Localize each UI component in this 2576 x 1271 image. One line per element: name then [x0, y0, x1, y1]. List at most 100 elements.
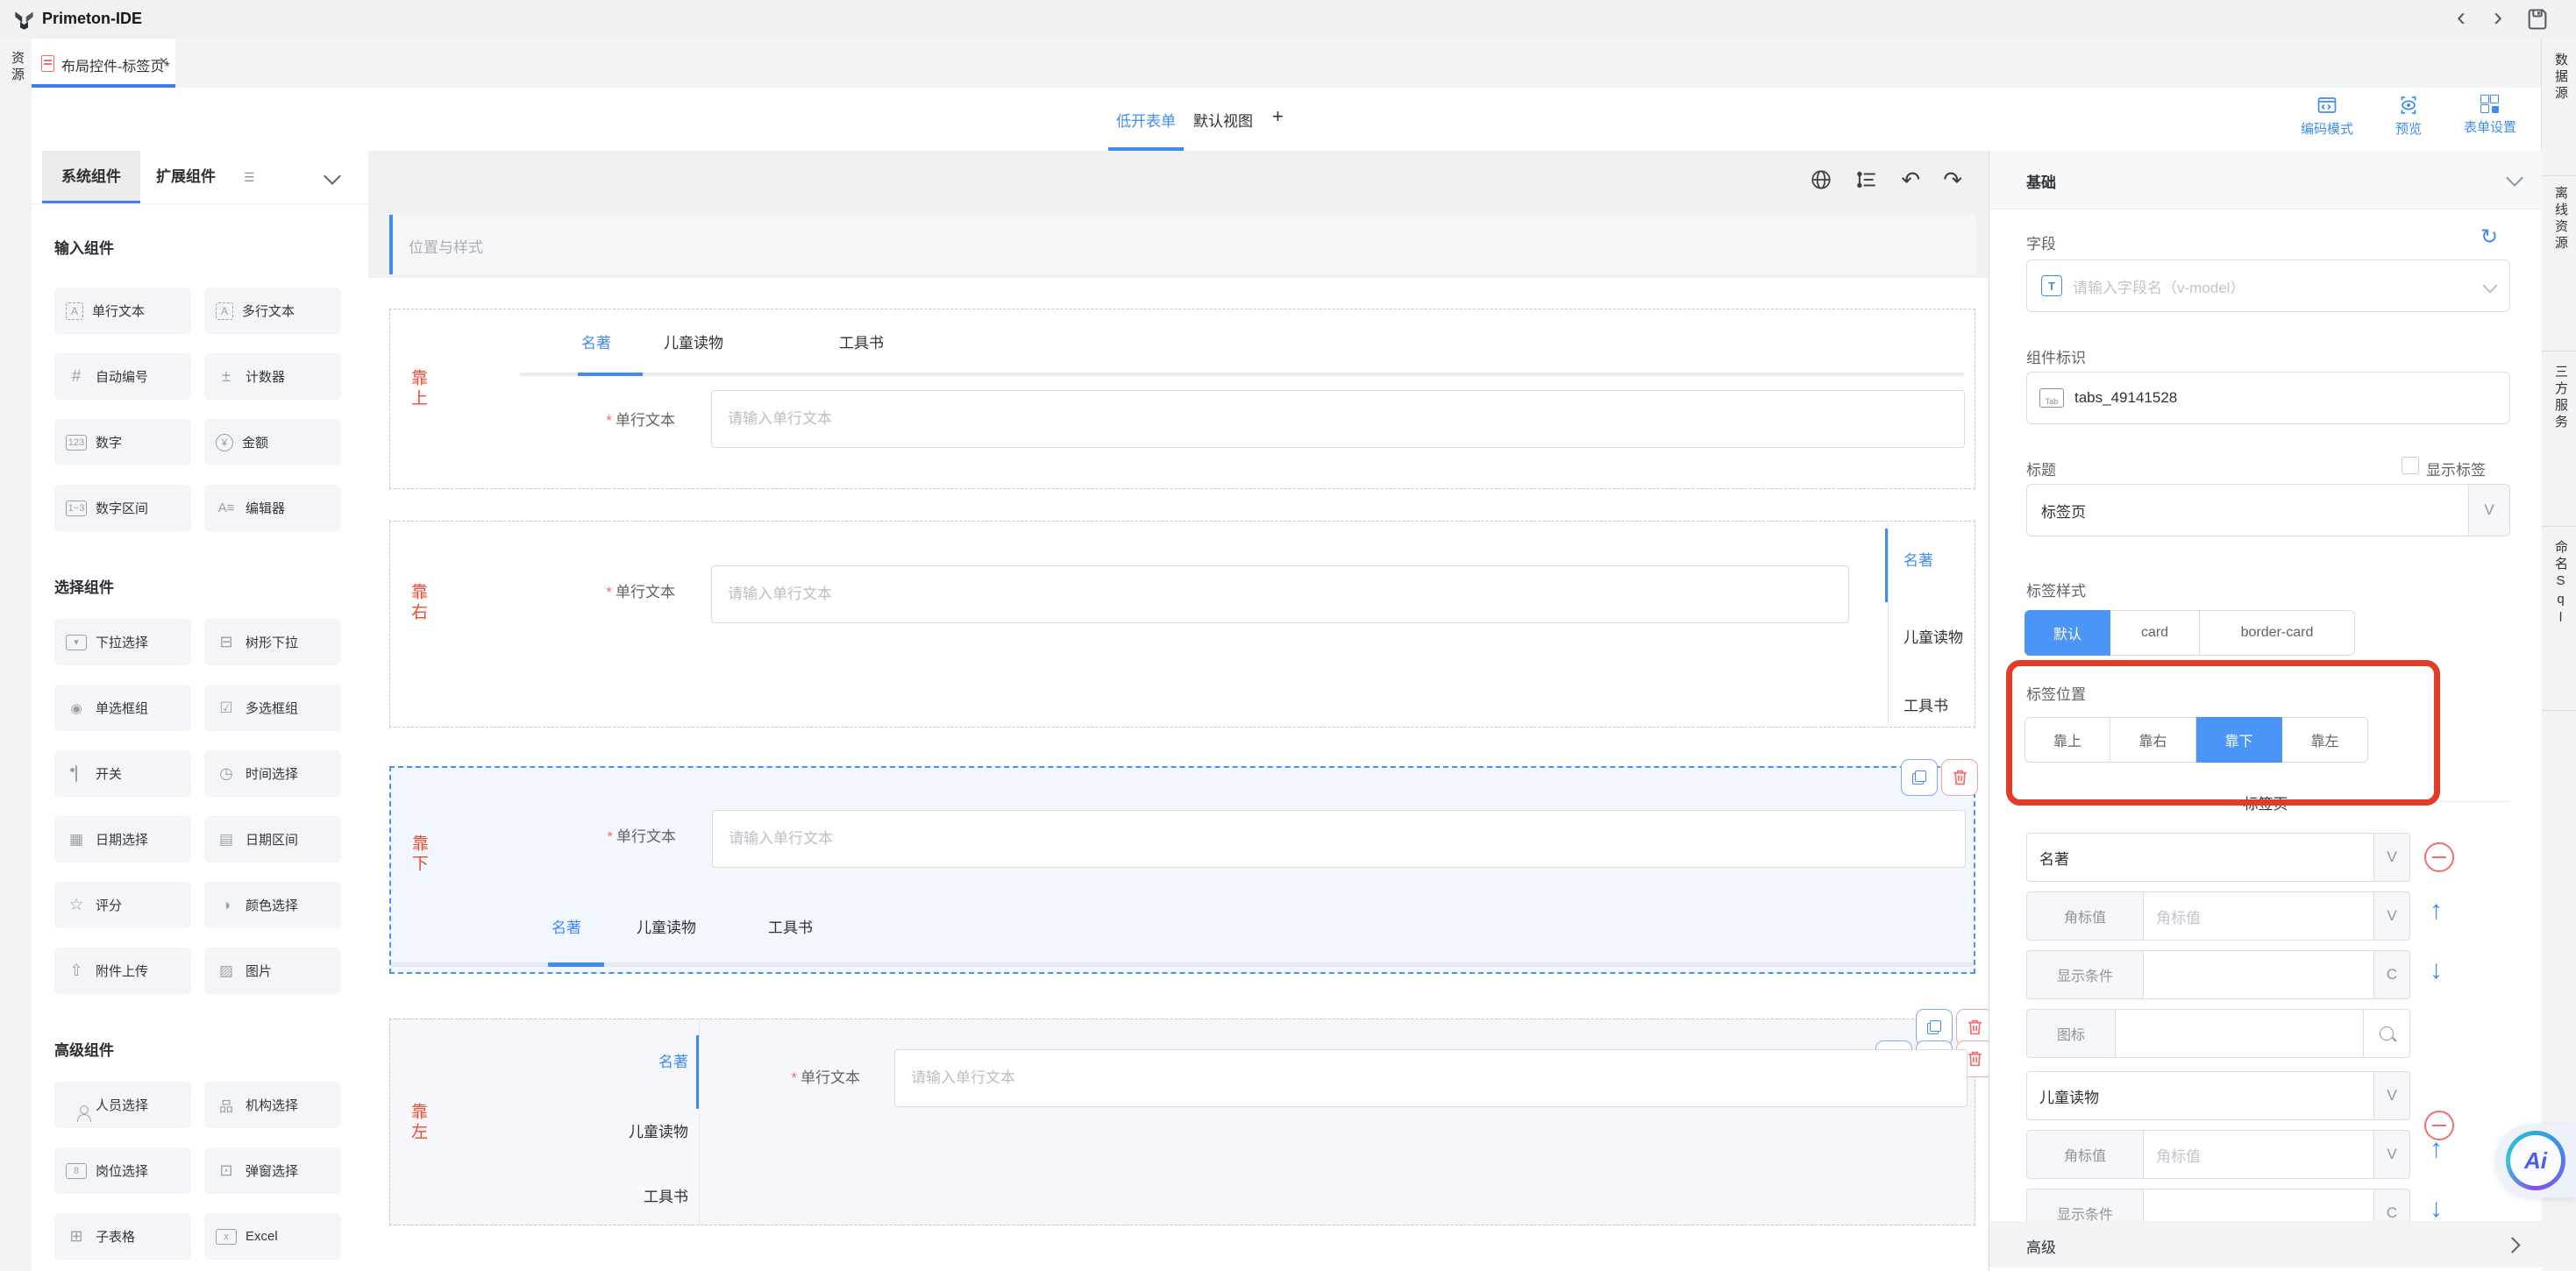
tab-item-name-row[interactable]: 名著 V: [2026, 833, 2410, 882]
panel-header-basic[interactable]: 基础: [1989, 151, 2542, 209]
demo-tabs-right[interactable]: 靠右 *单行文本 名著 儿童读物 工具书: [389, 521, 1975, 728]
remove-tab-button[interactable]: [2424, 842, 2454, 872]
demo-tabs-top[interactable]: 靠上 名著 儿童读物 工具书 *单行文本: [389, 309, 1975, 489]
variable-bind-button[interactable]: V: [2373, 892, 2409, 940]
component-id-input[interactable]: Tab tabs_49141528: [2026, 372, 2510, 424]
palette-item-auto-number[interactable]: #自动编号: [54, 353, 191, 400]
palette-item-color-picker[interactable]: ◑颜色选择: [204, 882, 341, 928]
save-icon[interactable]: [2525, 7, 2550, 32]
palette-item-single-line-text[interactable]: A单行文本: [54, 288, 191, 334]
delete-component-button[interactable]: [1941, 759, 1978, 796]
ai-assistant-button[interactable]: Ai: [2506, 1131, 2565, 1190]
right-rail-named-sql[interactable]: 命名Sql: [2551, 540, 2570, 628]
title-input[interactable]: 标签页 V: [2026, 484, 2510, 536]
left-rail-resources[interactable]: 资源: [8, 51, 26, 84]
redo-icon[interactable]: ↷: [1943, 168, 1962, 191]
close-icon[interactable]: ×: [159, 53, 168, 71]
palette-item-sub-table[interactable]: ⊞子表格: [54, 1213, 191, 1260]
demo-bottom-tab-tools[interactable]: 工具书: [768, 915, 813, 937]
palette-collapse-chevron-icon[interactable]: [324, 167, 341, 185]
undo-icon[interactable]: ↶: [1901, 168, 1920, 191]
move-up-icon[interactable]: ↑: [2430, 898, 2443, 924]
single-line-text-input[interactable]: [894, 1049, 1968, 1107]
file-tab-layout-tabs[interactable]: 布局控件-标签页* ×: [32, 39, 175, 88]
badge-input[interactable]: 角标值: [2144, 1131, 2373, 1178]
demo-top-tab-mingzhu[interactable]: 名著: [581, 330, 611, 352]
field-name-select[interactable]: T 请输入字段名（v-model）: [2026, 259, 2510, 312]
palette-item-org-select[interactable]: 品机构选择: [204, 1082, 341, 1128]
palette-tab-extended[interactable]: 扩展组件: [144, 151, 228, 203]
palette-item-multi-line-text[interactable]: A多行文本: [204, 288, 341, 334]
palette-item-counter[interactable]: ±计数器: [204, 353, 341, 400]
demo-top-tab-tools[interactable]: 工具书: [839, 330, 884, 352]
palette-item-switch[interactable]: 开关: [54, 750, 191, 797]
tab-style-default[interactable]: 默认: [2025, 610, 2110, 656]
outline-tree-icon[interactable]: [1855, 168, 1878, 191]
back-icon[interactable]: ‹: [2457, 5, 2466, 30]
palette-item-date-picker[interactable]: ▦日期选择: [54, 816, 191, 863]
right-rail-third-party-services[interactable]: 三方服务: [2551, 365, 2570, 431]
palette-item-number-range[interactable]: 1~3数字区间: [54, 485, 191, 531]
tab-position-top[interactable]: 靠上: [2025, 717, 2110, 763]
condition-input[interactable]: [2144, 951, 2373, 998]
palette-item-number[interactable]: 123数字: [54, 419, 191, 465]
variable-bind-button[interactable]: V: [2373, 1131, 2409, 1178]
tab-default-view[interactable]: 默认视图: [1193, 109, 1253, 131]
single-line-text-input[interactable]: [711, 565, 1849, 623]
demo-right-tab-mingzhu[interactable]: 名著: [1904, 548, 1933, 570]
palette-item-time-picker[interactable]: ◷时间选择: [204, 750, 341, 797]
collapse-chevron-icon[interactable]: [2506, 169, 2523, 187]
demo-bottom-tab-children[interactable]: 儿童读物: [637, 915, 696, 937]
tab-style-border-card[interactable]: border-card: [2200, 610, 2355, 656]
tab-position-right[interactable]: 靠右: [2110, 717, 2196, 763]
tab-position-left[interactable]: 靠左: [2282, 717, 2368, 763]
tab-item-name-row[interactable]: 儿童读物 V: [2026, 1071, 2410, 1120]
globe-icon[interactable]: [1810, 168, 1832, 191]
add-view-button[interactable]: +: [1272, 105, 1284, 128]
tab-style-card[interactable]: card: [2110, 610, 2200, 656]
code-mode-button[interactable]: 编码模式: [2301, 95, 2353, 138]
tab-name-value[interactable]: 名著: [2027, 834, 2373, 881]
right-rail-offline-resources[interactable]: 离线资源: [2551, 186, 2570, 252]
demo-bottom-tab-mingzhu[interactable]: 名著: [551, 915, 581, 937]
tab-item-badge-row[interactable]: 角标值 角标值 V: [2026, 891, 2410, 941]
move-down-icon[interactable]: ↓: [2430, 957, 2443, 983]
palette-item-person-select[interactable]: 人员选择: [54, 1082, 191, 1128]
palette-item-editor[interactable]: A≡编辑器: [204, 485, 341, 531]
tab-item-condition-row[interactable]: 显示条件 C: [2026, 950, 2410, 999]
palette-item-post-select[interactable]: 8岗位选择: [54, 1147, 191, 1194]
palette-item-date-range[interactable]: ▤日期区间: [204, 816, 341, 863]
panel-section-advanced[interactable]: 高级: [1989, 1221, 2542, 1267]
variable-bind-button[interactable]: V: [2373, 1072, 2409, 1119]
demo-left-tab-children[interactable]: 儿童读物: [513, 1119, 688, 1141]
palette-tab-system[interactable]: 系统组件: [42, 151, 140, 203]
move-up-icon[interactable]: ↑: [2430, 1136, 2443, 1162]
palette-item-radio-group[interactable]: ◉单选框组: [54, 685, 191, 731]
icon-input[interactable]: [2116, 1010, 2363, 1057]
palette-list-icon[interactable]: ☰: [244, 170, 255, 185]
variable-bind-button[interactable]: V: [2373, 834, 2409, 881]
palette-item-dialog-select[interactable]: ⊡弹窗选择: [204, 1147, 341, 1194]
refresh-icon[interactable]: ↻: [2480, 224, 2498, 250]
tab-item-icon-row[interactable]: 图标: [2026, 1009, 2410, 1058]
palette-item-excel[interactable]: xExcel: [204, 1213, 341, 1260]
single-line-text-input[interactable]: [712, 810, 1966, 868]
palette-item-image[interactable]: ▨图片: [204, 948, 341, 994]
palette-item-tree-dropdown[interactable]: ⊟树形下拉: [204, 619, 341, 665]
tab-name-value[interactable]: 儿童读物: [2027, 1072, 2373, 1119]
show-label-checkbox[interactable]: [2402, 457, 2419, 474]
badge-input[interactable]: 角标值: [2144, 892, 2373, 940]
single-line-text-input[interactable]: [711, 390, 1965, 448]
demo-right-tab-tools[interactable]: 工具书: [1904, 693, 1948, 715]
tab-position-bottom[interactable]: 靠下: [2196, 717, 2282, 763]
palette-item-attachment-upload[interactable]: ⇧附件上传: [54, 948, 191, 994]
form-settings-button[interactable]: 表单设置: [2464, 95, 2516, 138]
demo-left-tab-mingzhu[interactable]: 名著: [513, 1049, 688, 1071]
copy-component-button[interactable]: [1901, 759, 1938, 796]
demo-top-tab-children[interactable]: 儿童读物: [664, 330, 723, 352]
tab-item-badge-row[interactable]: 角标值 角标值 V: [2026, 1130, 2410, 1179]
palette-item-checkbox-group[interactable]: ☑多选框组: [204, 685, 341, 731]
demo-right-tab-children[interactable]: 儿童读物: [1904, 625, 1963, 647]
demo-tabs-left[interactable]: ⚙ 靠左 名著 儿童读物 工具书 *单行文本: [389, 1019, 1975, 1225]
palette-item-dropdown-select[interactable]: ▾下拉选择: [54, 619, 191, 665]
